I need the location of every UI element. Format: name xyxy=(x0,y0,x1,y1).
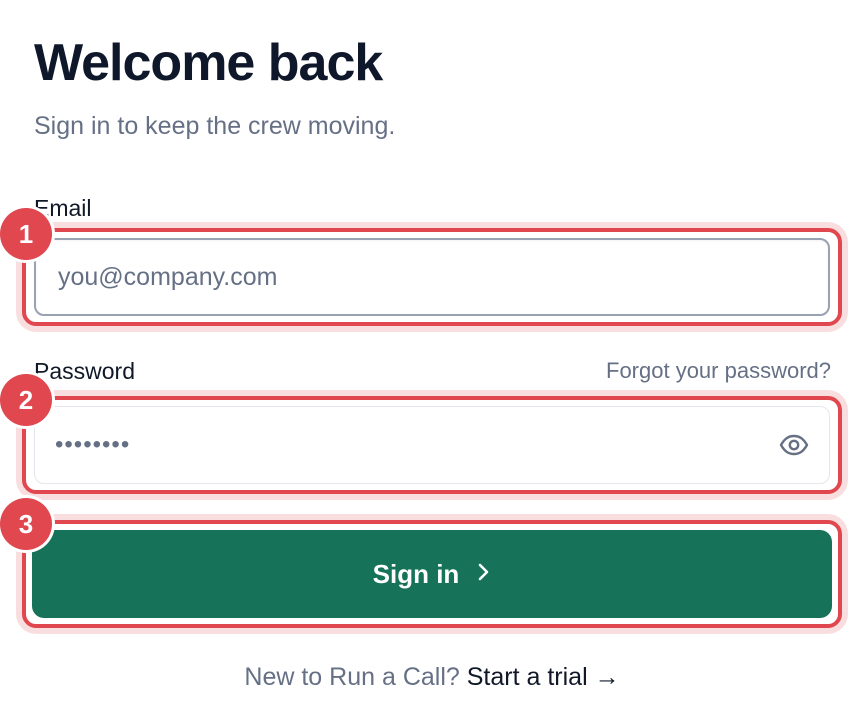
forgot-password-link[interactable]: Forgot your password? xyxy=(606,357,831,385)
signup-prompt: New to Run a Call? Start a trial → xyxy=(0,660,864,694)
signup-prompt-text: New to Run a Call? xyxy=(244,663,460,691)
eye-icon[interactable] xyxy=(779,434,809,456)
start-trial-link[interactable]: Start a trial → xyxy=(467,663,620,691)
password-field[interactable]: •••••••• xyxy=(34,406,830,484)
chevron-right-icon xyxy=(477,559,491,590)
page-subtitle: Sign in to keep the crew moving. xyxy=(34,112,396,140)
email-field[interactable] xyxy=(56,261,808,293)
annotation-marker-2: 2 xyxy=(0,374,52,426)
annotation-marker-3: 3 xyxy=(0,498,52,550)
annotation-marker-1: 1 xyxy=(0,208,52,260)
sign-in-label: Sign in xyxy=(372,558,460,589)
page-title: Welcome back xyxy=(34,34,383,92)
sign-in-button[interactable]: Sign in xyxy=(32,530,832,618)
password-label: Password xyxy=(34,358,135,384)
email-field-container[interactable] xyxy=(34,238,830,316)
password-value: •••••••• xyxy=(55,431,131,458)
